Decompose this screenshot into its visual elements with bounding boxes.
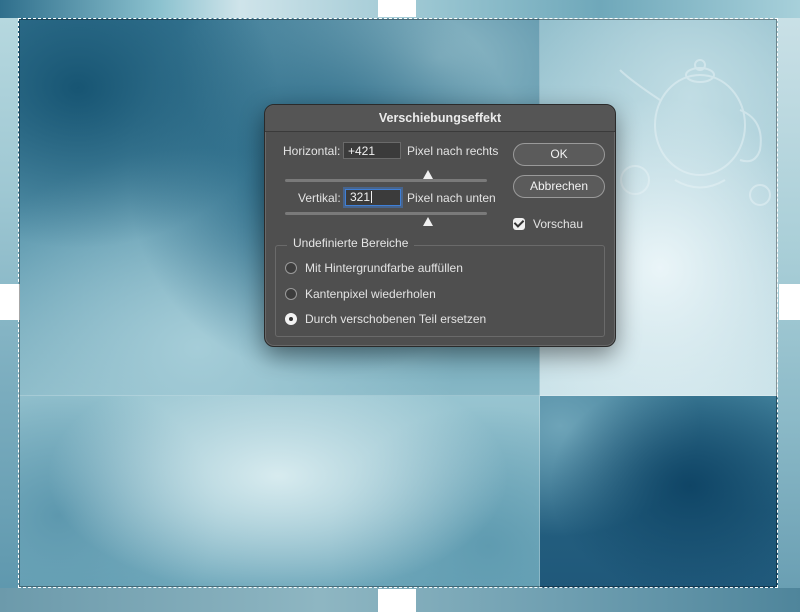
- cancel-button[interactable]: Abbrechen: [513, 175, 605, 198]
- preview-checkbox[interactable]: [513, 218, 525, 230]
- horizontal-slider-track[interactable]: [285, 179, 487, 182]
- transparent-area-left: [0, 284, 20, 320]
- vertical-slider-thumb[interactable]: [423, 217, 434, 226]
- horizontal-label: Horizontal:: [283, 144, 341, 158]
- preview-label[interactable]: Vorschau: [533, 217, 583, 231]
- vertical-offset-value: 321: [350, 190, 371, 204]
- offset-dialog: Verschiebungseffekt Horizontal: Pixel na…: [264, 104, 616, 347]
- ok-button[interactable]: OK: [513, 143, 605, 166]
- vertical-label: Vertikal:: [298, 191, 341, 205]
- vertical-unit-label: Pixel nach unten: [407, 191, 496, 205]
- dialog-title[interactable]: Verschiebungseffekt: [265, 105, 615, 132]
- radio-background-fill-label[interactable]: Mit Hintergrundfarbe auffüllen: [305, 261, 463, 275]
- transparent-area-right: [779, 284, 800, 320]
- transparent-area-top: [378, 0, 416, 17]
- text-caret: [371, 191, 373, 203]
- vertical-offset-input[interactable]: 321: [345, 189, 401, 206]
- undefined-areas-legend: Undefinierte Bereiche: [287, 236, 415, 250]
- radio-repeat-edge-pixels-label[interactable]: Kantenpixel wiederholen: [305, 287, 436, 301]
- vertical-slider-track[interactable]: [285, 212, 487, 215]
- horizontal-unit-label: Pixel nach rechts: [407, 144, 499, 158]
- radio-wrap-around[interactable]: [285, 313, 297, 325]
- radio-wrap-around-label[interactable]: Durch verschobenen Teil ersetzen: [305, 312, 486, 326]
- horizontal-slider-thumb[interactable]: [423, 170, 434, 179]
- transparent-area-bottom: [378, 589, 416, 612]
- horizontal-offset-input[interactable]: [343, 142, 401, 159]
- radio-background-fill[interactable]: [285, 262, 297, 274]
- radio-repeat-edge-pixels[interactable]: [285, 288, 297, 300]
